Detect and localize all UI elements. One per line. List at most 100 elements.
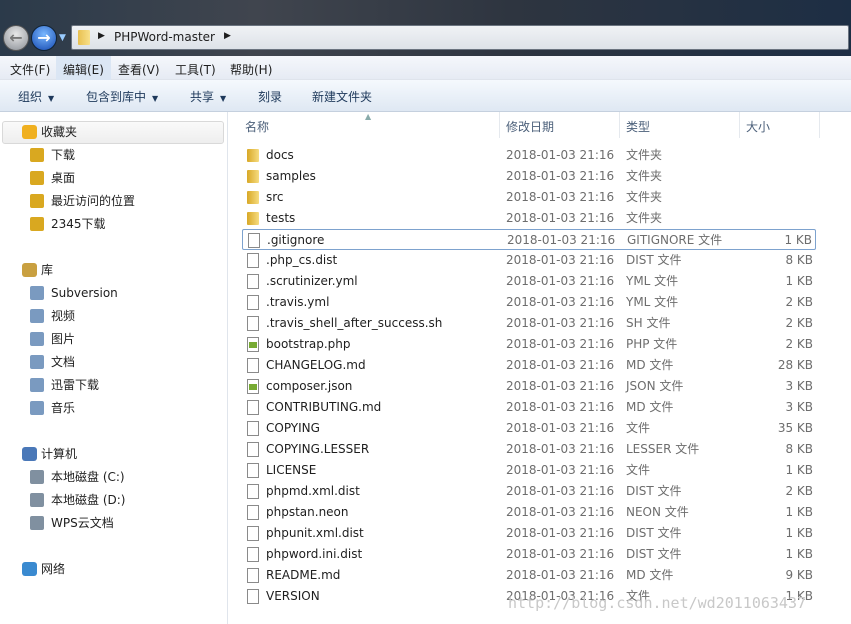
recent-pages-dropdown[interactable]: ▼: [59, 33, 66, 43]
network-icon: [22, 562, 37, 576]
menu-bar: 文件(F) 编辑(E) 查看(V) 工具(T) 帮助(H): [0, 56, 851, 80]
file-icon: [247, 568, 259, 583]
computer-item-icon: [30, 493, 44, 507]
file-icon: [247, 589, 259, 604]
sidebar-item[interactable]: 最近访问的位置: [30, 190, 135, 212]
address-bar[interactable]: ▶ PHPWord-master ▶: [71, 25, 849, 50]
file-row[interactable]: .travis.yml 2018-01-03 21:16 YML 文件 2 KB: [242, 292, 816, 313]
sidebar-item[interactable]: ▷本地磁盘 (C:): [30, 466, 125, 488]
menu-tools[interactable]: 工具(T): [175, 61, 216, 78]
sidebar-item[interactable]: 2345下载: [30, 213, 106, 235]
file-row[interactable]: bootstrap.php 2018-01-03 21:16 PHP 文件 2 KB: [242, 334, 816, 355]
file-row[interactable]: docs 2018-01-03 21:16 文件夹: [242, 145, 816, 166]
arrow-left-icon: ←: [9, 28, 23, 47]
new-folder-button[interactable]: 新建文件夹: [312, 88, 372, 105]
sidebar-group-computer[interactable]: ▷计算机: [22, 443, 77, 465]
file-icon: [247, 400, 259, 415]
file-row[interactable]: COPYING 2018-01-03 21:16 文件 35 KB: [242, 418, 816, 439]
sidebar-item[interactable]: ▷WPS云文档: [30, 512, 114, 534]
file-icon: [247, 337, 259, 352]
sidebar-group-favorites[interactable]: ◢收藏夹: [22, 121, 77, 143]
file-row[interactable]: .scrutinizer.yml 2018-01-03 21:16 YML 文件 1 …: [242, 271, 816, 292]
menu-view[interactable]: 查看(V): [118, 61, 160, 78]
favorites-item-icon: [30, 148, 44, 162]
chevron-down-icon: ▼: [152, 94, 159, 103]
menu-file[interactable]: 文件(F): [10, 61, 50, 78]
file-icon: [247, 484, 259, 499]
folder-icon: [247, 149, 259, 162]
sidebar-item[interactable]: ▷Subversion: [30, 282, 118, 304]
libraries-item-icon: [30, 332, 44, 346]
file-row[interactable]: CHANGELOG.md 2018-01-03 21:16 MD 文件 28 KB: [242, 355, 816, 376]
menu-help[interactable]: 帮助(H): [230, 61, 272, 78]
sidebar-item[interactable]: ▷迅雷下载: [30, 374, 99, 396]
chevron-right-icon[interactable]: ▶: [224, 31, 231, 41]
file-icon: [247, 253, 259, 268]
chevron-right-icon[interactable]: ▶: [98, 31, 105, 41]
sidebar-group-network[interactable]: ▷网络: [22, 558, 65, 580]
libraries-item-icon: [30, 309, 44, 323]
organize-button[interactable]: 组织 ▼: [18, 88, 54, 105]
file-row[interactable]: CONTRIBUTING.md 2018-01-03 21:16 MD 文件 3 KB: [242, 397, 816, 418]
file-row[interactable]: src 2018-01-03 21:16 文件夹: [242, 187, 816, 208]
favorites-item-icon: [30, 194, 44, 208]
sort-ascending-icon: ▲: [365, 112, 372, 121]
libraries-item-icon: [30, 378, 44, 392]
library-icon: [22, 263, 37, 277]
favorites-item-icon: [30, 217, 44, 231]
file-row[interactable]: phpmd.xml.dist 2018-01-03 21:16 DIST 文件 2 K…: [242, 481, 816, 502]
sidebar-item[interactable]: ▷视频: [30, 305, 75, 327]
sidebar-item[interactable]: ▷本地磁盘 (D:): [30, 489, 125, 511]
column-header-size[interactable]: 大小: [746, 118, 770, 135]
column-header-date[interactable]: 修改日期: [506, 118, 554, 135]
sidebar-item[interactable]: ▷音乐: [30, 397, 75, 419]
favorites-item-icon: [30, 171, 44, 185]
arrow-right-icon: →: [37, 28, 51, 47]
file-icon: [247, 274, 259, 289]
chevron-down-icon: ▼: [48, 94, 55, 103]
libraries-item-icon: [30, 355, 44, 369]
computer-item-icon: [30, 470, 44, 484]
sidebar-item[interactable]: 下载: [30, 144, 75, 166]
include-in-library-button[interactable]: 包含到库中 ▼: [86, 88, 158, 105]
burn-button[interactable]: 刻录: [258, 88, 282, 105]
file-row[interactable]: tests 2018-01-03 21:16 文件夹: [242, 208, 816, 229]
file-icon: [247, 463, 259, 478]
file-row[interactable]: samples 2018-01-03 21:16 文件夹: [242, 166, 816, 187]
file-row[interactable]: README.md 2018-01-03 21:16 MD 文件 9 KB: [242, 565, 816, 586]
command-bar: 组织 ▼ 包含到库中 ▼ 共享 ▼ 刻录 新建文件夹: [0, 80, 851, 112]
file-row[interactable]: .travis_shell_after_success.sh 2018-01-03…: [242, 313, 816, 334]
menu-edit[interactable]: 编辑(E): [63, 61, 104, 78]
file-row[interactable]: LICENSE 2018-01-03 21:16 文件 1 KB: [242, 460, 816, 481]
sidebar-item[interactable]: 桌面: [30, 167, 75, 189]
computer-icon: [22, 447, 37, 461]
file-icon: [247, 358, 259, 373]
column-header-name[interactable]: 名称: [245, 118, 269, 135]
file-row[interactable]: .gitignore 2018-01-03 21:16 GITIGNORE 文件 1 …: [242, 229, 816, 250]
folder-icon: [78, 30, 90, 45]
file-row[interactable]: COPYING.LESSER 2018-01-03 21:16 LESSER 文件 8…: [242, 439, 816, 460]
computer-item-icon: [30, 516, 44, 530]
sidebar-item[interactable]: ▷图片: [30, 328, 75, 350]
file-icon: [247, 442, 259, 457]
file-icon: [247, 379, 259, 394]
file-row[interactable]: composer.json 2018-01-03 21:16 JSON 文件 3 KB: [242, 376, 816, 397]
column-header-type[interactable]: 类型: [626, 118, 650, 135]
watermark: http://blog.csdn.net/wd2011063437: [508, 594, 807, 612]
file-row[interactable]: .php_cs.dist 2018-01-03 21:16 DIST 文件 8 KB: [242, 250, 816, 271]
file-list: ▲ 名称 修改日期 类型 大小 docs 2018-01-03 21:16 文件夹 s…: [229, 112, 851, 624]
file-row[interactable]: phpword.ini.dist 2018-01-03 21:16 DIST 文件 1…: [242, 544, 816, 565]
back-button[interactable]: ←: [3, 25, 29, 51]
file-row[interactable]: phpstan.neon 2018-01-03 21:16 NEON 文件 1 KB: [242, 502, 816, 523]
file-row[interactable]: phpunit.xml.dist 2018-01-03 21:16 DIST 文件 1…: [242, 523, 816, 544]
forward-button[interactable]: →: [31, 25, 57, 51]
sidebar-item[interactable]: ▷文档: [30, 351, 75, 373]
file-icon: [247, 421, 259, 436]
breadcrumb-item[interactable]: PHPWord-master: [114, 30, 215, 44]
title-bar: ← → ▼ ▶ PHPWord-master ▶: [0, 0, 851, 56]
file-icon: [247, 505, 259, 520]
file-icon: [248, 233, 260, 248]
sidebar-group-libraries[interactable]: ▷库: [22, 259, 53, 281]
chevron-down-icon: ▼: [220, 94, 227, 103]
share-button[interactable]: 共享 ▼: [190, 88, 226, 105]
